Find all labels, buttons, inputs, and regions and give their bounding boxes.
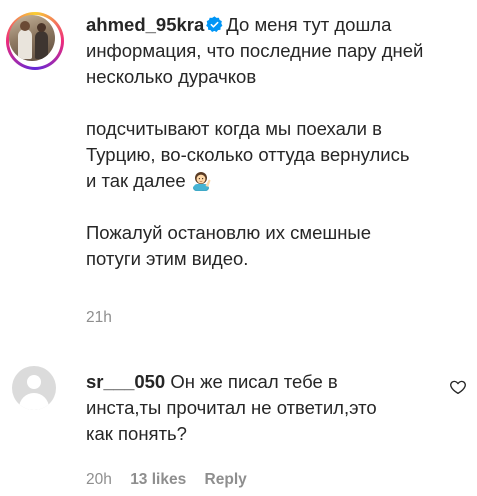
- woman-raising-hand-emoji: [192, 172, 211, 191]
- comment-text: sr___050 Он же писал тебе в инста,ты про…: [86, 369, 416, 447]
- caption-line: До меня тут дошла: [226, 14, 392, 35]
- commenter-avatar[interactable]: [12, 366, 56, 410]
- caption-line: подсчитывают когда мы поехали в: [86, 118, 382, 139]
- caption-line: и так далее: [86, 170, 186, 191]
- caption-line: Турцию, во-сколько оттуда вернулись: [86, 144, 410, 165]
- commenter-username[interactable]: sr___050: [86, 371, 165, 392]
- caption-line: информация, что последние пару дней: [86, 40, 424, 61]
- comment-line: как понять?: [86, 423, 187, 444]
- post-time[interactable]: 21h: [86, 309, 112, 327]
- caption-line: потуги этим видео.: [86, 248, 249, 269]
- default-user-icon: [27, 375, 41, 389]
- heart-outline-icon[interactable]: [449, 378, 467, 396]
- reply-button[interactable]: Reply: [205, 471, 247, 488]
- post-author-avatar[interactable]: [6, 12, 64, 70]
- caption-line: несколько дурачков: [86, 66, 257, 87]
- post-caption: ahmed_95kra До меня тут дошла информация…: [86, 12, 466, 272]
- comment-line: Он же писал тебе в: [170, 371, 338, 392]
- comment-likes-count[interactable]: 13 likes: [130, 471, 186, 488]
- verified-badge-icon: [206, 16, 223, 32]
- comment-time[interactable]: 20h: [86, 471, 112, 488]
- comment-meta: 20h 13 likes Reply: [86, 471, 261, 489]
- post-author-username[interactable]: ahmed_95kra: [86, 14, 204, 35]
- caption-line: Пожалуй остановлю их смешные: [86, 222, 371, 243]
- avatar-photo: [9, 15, 55, 61]
- comment-line: инста,ты прочитал не ответил,это: [86, 397, 377, 418]
